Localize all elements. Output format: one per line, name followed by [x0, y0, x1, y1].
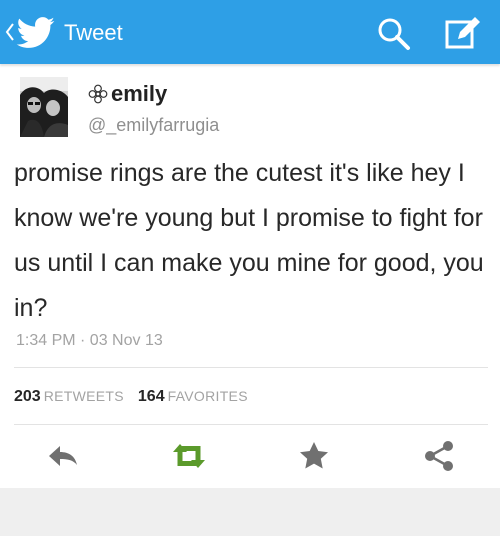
retweet-count: 203 [14, 388, 41, 405]
share-button[interactable] [421, 438, 457, 474]
app-bar: Tweet [0, 0, 500, 64]
flower-icon [88, 84, 108, 104]
timestamp: 1:34 PM · 03 Nov 13 [16, 332, 163, 349]
favorite-label: FAVORITES [167, 388, 248, 404]
user-handle[interactable]: @_emilyfarrugia [88, 114, 219, 136]
display-name[interactable]: emily [111, 81, 167, 107]
compose-icon[interactable] [444, 15, 482, 51]
retweet-stat[interactable]: 203 RETWEETS [14, 388, 124, 405]
favorite-count: 164 [137, 388, 165, 405]
back-chevron-icon[interactable] [4, 20, 16, 44]
app-title: Tweet [64, 20, 123, 45]
favorite-icon [300, 442, 328, 469]
share-icon [425, 441, 453, 471]
reply-icon [49, 446, 77, 466]
reply-button[interactable] [45, 438, 81, 474]
tweet-stats: 203 RETWEETS 164 FAVORITES [14, 386, 248, 407]
divider [14, 367, 488, 368]
avatar[interactable] [20, 77, 68, 137]
favorite-button[interactable] [296, 438, 332, 474]
tweet-text: promise rings are the cutest it's like h… [14, 159, 484, 322]
search-icon[interactable] [376, 16, 412, 52]
retweet-label: RETWEETS [43, 388, 124, 404]
twitter-bird-icon[interactable] [16, 17, 56, 49]
divider [14, 424, 488, 425]
retweet-button[interactable] [171, 438, 207, 474]
favorite-stat[interactable]: 164 FAVORITES [138, 388, 248, 405]
retweet-icon [173, 444, 205, 468]
empty-footer-area [0, 488, 500, 536]
